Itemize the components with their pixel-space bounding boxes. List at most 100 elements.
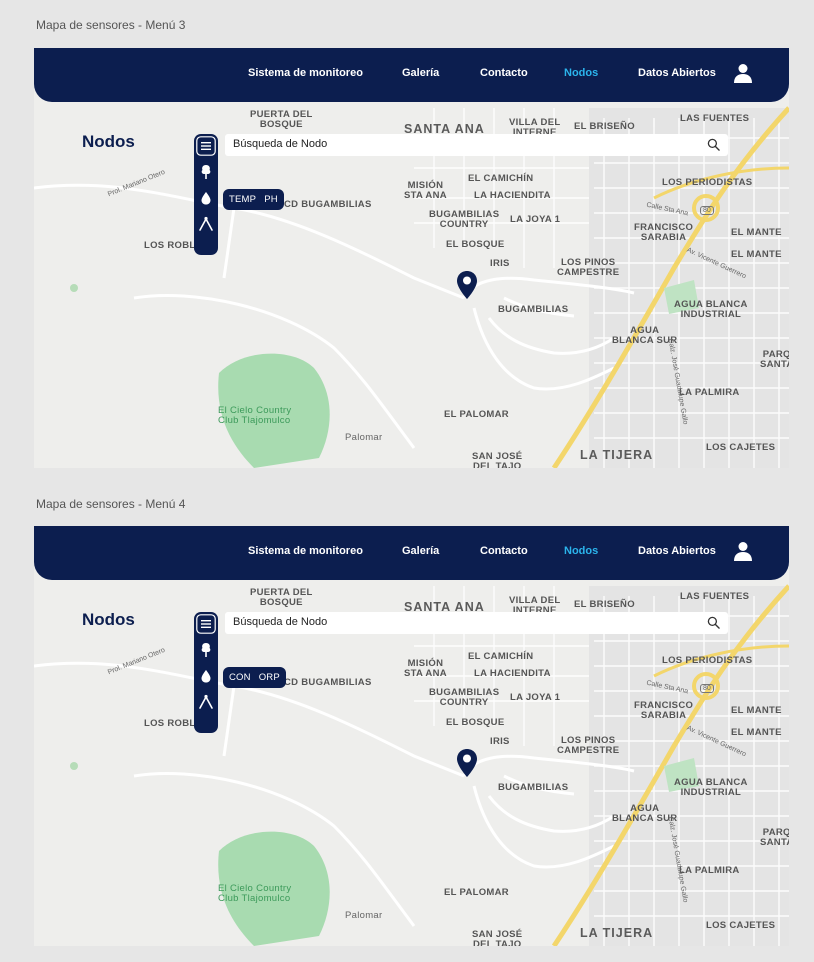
map-label: EL BOSQUE [446, 239, 505, 250]
nav-galeria[interactable]: Galería [402, 67, 439, 79]
park-label: El Cielo Country Club Tlajomulco [218, 405, 292, 426]
tree-icon[interactable] [196, 162, 216, 182]
map-label: IRIS [490, 736, 510, 747]
layer-toolbar [194, 134, 218, 255]
map-label: LAS FUENTES [680, 591, 750, 602]
map-label: MISIÓN STA ANA [404, 180, 447, 201]
search-input[interactable]: Búsqueda de Nodo [225, 134, 728, 156]
map-label: LOS PINOS CAMPESTRE [557, 257, 620, 278]
map-label: PUERTA DEL BOSQUE [250, 587, 313, 608]
drop-icon[interactable] [196, 188, 216, 208]
map-label: EL MANTE [731, 227, 782, 238]
search-icon[interactable] [707, 138, 720, 151]
top-navbar: Sistema de monitoreo Galería Contacto No… [34, 526, 789, 580]
map-screen: PUERTA DEL BOSQUE SANTA ANA VILLA DEL INTE… [34, 526, 789, 946]
search-input[interactable]: Búsqueda de Nodo [225, 612, 728, 634]
map-label: PARQSANTA [760, 827, 789, 848]
map-label: LA TIJERA [580, 926, 654, 940]
page-title: Nodos [82, 132, 135, 151]
frame-title: Mapa de sensores - Menú 4 [36, 497, 186, 511]
map-view[interactable] [34, 48, 789, 468]
nav-contacto[interactable]: Contacto [480, 67, 528, 79]
chip-sensor-2[interactable]: ORP [259, 672, 280, 683]
map-label: AGUA BLANCA INDUSTRIAL [674, 777, 748, 798]
route-shield: 80 [700, 684, 714, 693]
nav-sistema-monitoreo[interactable]: Sistema de monitoreo [248, 67, 363, 79]
map-label: LAS FUENTES [680, 113, 750, 124]
map-label: FRANCISCO SARABIA [634, 700, 694, 721]
chip-sensor-1[interactable]: TEMP [229, 194, 256, 205]
sensor-filter-chips: CON ORP [223, 667, 286, 688]
sensor-filter-chips: TEMP PH [223, 189, 284, 210]
nav-datos-abiertos[interactable]: Datos Abiertos [638, 67, 716, 79]
map-label: LOS PINOS CAMPESTRE [557, 735, 620, 756]
nav-nodos[interactable]: Nodos [564, 67, 598, 79]
nav-contacto[interactable]: Contacto [480, 545, 528, 557]
compass-icon[interactable] [196, 214, 216, 234]
chip-sensor-2[interactable]: PH [264, 194, 278, 205]
nav-galeria[interactable]: Galería [402, 545, 439, 557]
compass-icon[interactable] [196, 692, 216, 712]
map-label: AGUA BLANCA INDUSTRIAL [674, 299, 748, 320]
map-label: EL MANTE [731, 727, 782, 738]
map-label: LOS PERIODISTAS [662, 655, 753, 666]
map-label: BUGAMBILIAS [498, 304, 569, 315]
map-pin-icon[interactable] [456, 748, 478, 778]
map-label: SAN JOSÉ DEL TAJO [472, 451, 523, 469]
map-label: LA JOYA 1 [510, 214, 561, 225]
map-label: EL CAMICHÍN [468, 651, 534, 662]
map-label: BUGAMBILIAS COUNTRY [429, 209, 500, 230]
map-label: EL PALOMAR [444, 887, 509, 898]
map-label: EL BRISEÑO [574, 599, 635, 610]
route-shield: 80 [700, 206, 714, 215]
map-view[interactable] [34, 526, 789, 946]
map-label: EL PALOMAR [444, 409, 509, 420]
map-label: EL MANTE [731, 249, 782, 260]
map-label: LOS CAJETES [706, 442, 776, 453]
map-label: SAN JOSÉ DEL TAJO [472, 929, 523, 947]
drop-icon[interactable] [196, 666, 216, 686]
map-label: Palomar [345, 432, 383, 443]
map-label: EL BOSQUE [446, 717, 505, 728]
map-pin-icon[interactable] [456, 270, 478, 300]
tree-icon[interactable] [196, 640, 216, 660]
map-label: FRANCISCO SARABIA [634, 222, 694, 243]
nav-nodos[interactable]: Nodos [564, 545, 598, 557]
map-label: BUGAMBILIAS [498, 782, 569, 793]
map-label: PUERTA DEL BOSQUE [250, 109, 313, 130]
user-icon[interactable] [732, 62, 754, 84]
map-label: SANTA ANA [404, 600, 485, 614]
search-placeholder: Búsqueda de Nodo [233, 138, 328, 150]
map-label: LOS PERIODISTAS [662, 177, 753, 188]
map-label: PARQSANTA [760, 349, 789, 370]
map-label: Palomar [345, 910, 383, 921]
nav-sistema-monitoreo[interactable]: Sistema de monitoreo [248, 545, 363, 557]
user-icon[interactable] [732, 540, 754, 562]
map-label: EL MANTE [731, 705, 782, 716]
map-label: EL CAMICHÍN [468, 173, 534, 184]
map-label: LA PALMIRA [679, 387, 740, 398]
search-placeholder: Búsqueda de Nodo [233, 616, 328, 628]
map-label: MISIÓN STA ANA [404, 658, 447, 679]
chip-sensor-1[interactable]: CON [229, 672, 251, 683]
map-label: BUGAMBILIAS COUNTRY [429, 687, 500, 708]
map-label: LA HACIENDITA [474, 668, 551, 679]
map-label: SANTA ANA [404, 122, 485, 136]
top-navbar: Sistema de monitoreo Galería Contacto No… [34, 48, 789, 102]
map-label: LA PALMIRA [679, 865, 740, 876]
map-label: LA HACIENDITA [474, 190, 551, 201]
menu-icon[interactable] [196, 136, 216, 156]
layer-toolbar [194, 612, 218, 733]
page-title: Nodos [82, 610, 135, 629]
map-screen: PUERTA DEL BOSQUE SANTA ANA VILLA DEL INTE… [34, 48, 789, 468]
park-label: El Cielo Country Club Tlajomulco [218, 883, 292, 904]
map-label: EL BRISEÑO [574, 121, 635, 132]
map-label: CD BUGAMBILIAS [284, 199, 372, 210]
menu-icon[interactable] [196, 614, 216, 634]
search-icon[interactable] [707, 616, 720, 629]
nav-datos-abiertos[interactable]: Datos Abiertos [638, 545, 716, 557]
map-label: LA TIJERA [580, 448, 654, 462]
map-label: LOS CAJETES [706, 920, 776, 931]
map-label: CD BUGAMBILIAS [284, 677, 372, 688]
map-label: LA JOYA 1 [510, 692, 561, 703]
